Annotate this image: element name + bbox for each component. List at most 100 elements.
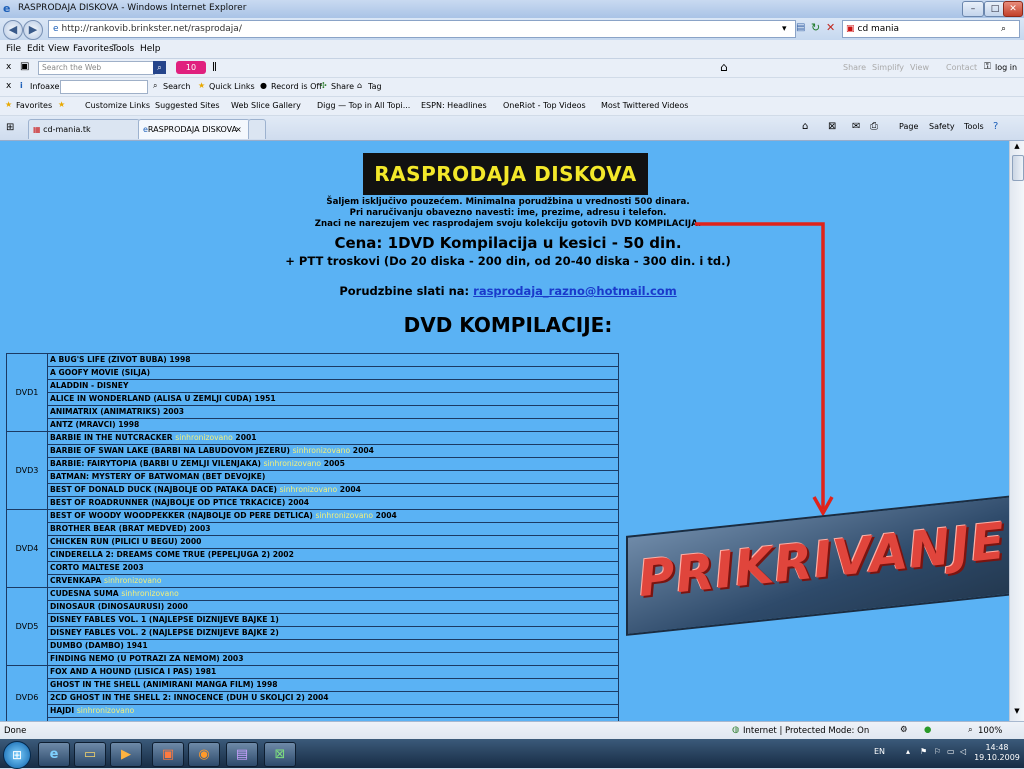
menu-edit[interactable]: Edit — [27, 44, 44, 54]
red-arrow — [695, 222, 834, 517]
search-icon[interactable]: ⌕ — [1001, 21, 1006, 37]
dvd-title-cell: ALICE IN WONDERLAND (ALISA U ZEMLJI CUDA… — [47, 392, 619, 406]
new-tab-button[interactable] — [248, 119, 266, 139]
close-infoaxe-icon[interactable]: x — [6, 81, 11, 91]
security-zone[interactable]: Internet | Protected Mode: On — [743, 726, 869, 736]
archive-taskbar-icon[interactable]: ▤ — [226, 742, 258, 767]
quick-links[interactable]: Quick Links — [209, 82, 255, 91]
scroll-up-button[interactable]: ▲ — [1012, 142, 1022, 152]
language-indicator[interactable]: EN — [874, 747, 885, 756]
mail-icon[interactable]: ✉ — [852, 121, 860, 132]
dvd-title: HAJDI — [50, 706, 75, 715]
zoom-level[interactable]: 100% — [978, 726, 1002, 736]
dvd-title: BATMAN: MYSTERY OF BATWOMAN (BET DEVOJKE… — [50, 472, 266, 481]
scroll-thumb[interactable] — [1012, 155, 1024, 181]
page-menu[interactable]: Page — [899, 122, 918, 131]
dvd-title: FOX AND A HOUND (LISICA I PAS) 1981 — [50, 667, 217, 676]
sound-icon[interactable]: ǁ — [212, 61, 217, 72]
dvd-title-cell: BATMAN: MYSTERY OF BATWOMAN (BET DEVOJKE… — [47, 470, 619, 484]
ie-taskbar-icon[interactable]: e — [38, 742, 70, 767]
dvd-title: BEST OF DONALD DUCK (NAJBOLJE OD PATAKA … — [50, 485, 278, 494]
close-window-button[interactable]: ✕ — [1003, 1, 1023, 17]
menu-tools[interactable]: Tools — [112, 44, 134, 54]
addon-icon[interactable]: ● — [924, 725, 931, 735]
infoaxe-search[interactable]: Search — [163, 82, 190, 91]
dvd-title: DUMBO (DAMBO) 1941 — [50, 641, 148, 650]
compatibility-icon[interactable]: ▤ — [796, 22, 805, 33]
infoaxe-input[interactable] — [60, 80, 148, 94]
tab-rasprodaja[interactable]: eRASPRODAJA DISKOVA × — [138, 119, 250, 139]
dvd-title-cell: BARBIE OF SWAN LAKE (BARBI NA LABUDOVOM … — [47, 444, 619, 458]
toolbar-search-input[interactable]: Search the Web — [38, 61, 155, 75]
favorites-button[interactable]: Favorites — [16, 101, 52, 110]
feeds-icon[interactable]: ⊠ — [828, 121, 836, 132]
toolbar-share[interactable]: Share — [843, 63, 866, 72]
fav-most-twittered[interactable]: Most Twittered Videos — [601, 101, 688, 110]
dvd-title-cell: DUMBO (DAMBO) 1941 — [47, 639, 619, 653]
home-icon[interactable]: ⌂ — [720, 60, 728, 74]
address-dropdown-icon[interactable]: ▾ — [782, 21, 787, 37]
monitor-icon[interactable]: ▭ — [947, 747, 955, 756]
table-row: CINDERELLA 2: DREAMS COME TRUE (PEPELJUG… — [7, 548, 619, 562]
table-row: DUMBO (DAMBO) 1941 — [7, 639, 619, 653]
safety-menu[interactable]: Safety — [929, 122, 955, 131]
dvd-year: 2004 — [339, 485, 361, 494]
fav-oneriot[interactable]: OneRiot - Top Videos — [503, 101, 586, 110]
network-icon[interactable]: ⚑ — [920, 747, 927, 756]
infoaxe-label[interactable]: Infoaxe — [30, 82, 59, 91]
tab-cd-mania[interactable]: ▦ cd-mania.tk — [28, 119, 140, 139]
fav-customize-links[interactable]: Customize Links — [85, 101, 150, 110]
explorer-taskbar-icon[interactable]: ▭ — [74, 742, 106, 767]
address-bar[interactable]: e http://rankovib.brinkster.net/rasprodaj… — [48, 20, 796, 38]
infoaxe-tag[interactable]: Tag — [368, 82, 382, 91]
record-status[interactable]: Record is Off — [271, 82, 322, 91]
sync-label: sinhronizovano — [263, 459, 322, 468]
dvd-title: BROTHER BEAR (BRAT MEDVED) 2003 — [50, 524, 211, 533]
stop-icon[interactable]: ✕ — [826, 21, 835, 34]
toolbar-logo-icon: ▣ — [20, 61, 30, 72]
volume-icon[interactable]: ◁ — [960, 747, 966, 756]
search-box[interactable]: ▣ cd mania ⌕ — [842, 20, 1020, 38]
fav-web-slice-gallery[interactable]: Web Slice Gallery — [231, 101, 301, 110]
print-icon[interactable]: ⎙ — [870, 121, 878, 132]
refresh-icon[interactable]: ↻ — [811, 21, 820, 34]
dvd-number: DVD6 — [6, 665, 48, 721]
forward-button[interactable]: ▶ — [23, 20, 43, 40]
fav-espn[interactable]: ESPN: Headlines — [421, 101, 487, 110]
firefox-taskbar-icon[interactable]: ◉ — [188, 742, 220, 767]
menu-file[interactable]: File — [6, 44, 21, 54]
start-button[interactable]: ⊞ — [3, 741, 31, 769]
toolbar-contact[interactable]: Contact — [946, 63, 977, 72]
menu-view[interactable]: View — [48, 44, 69, 54]
quick-tabs-icon[interactable]: ⊞ — [6, 122, 14, 133]
home-command-icon[interactable]: ⌂ — [802, 121, 808, 132]
login-link[interactable]: log in — [995, 63, 1017, 72]
menu-favorites[interactable]: Favorites — [73, 44, 114, 54]
powerpoint-taskbar-icon[interactable]: ▣ — [152, 742, 184, 767]
notification-badge[interactable]: 10 — [176, 61, 206, 74]
protected-mode-icon[interactable]: ⚙ — [900, 725, 908, 735]
menu-help[interactable]: Help — [140, 44, 161, 54]
infoaxe-share[interactable]: Share — [331, 82, 354, 91]
vertical-scrollbar[interactable]: ▲ ▼ — [1009, 141, 1024, 721]
fav-suggested-sites[interactable]: Suggested Sites — [155, 101, 220, 110]
minimize-button[interactable]: – — [962, 1, 984, 17]
help-icon[interactable]: ? — [993, 121, 998, 132]
toolbar-simplify[interactable]: Simplify — [872, 63, 904, 72]
show-hidden-icons[interactable]: ▴ — [906, 747, 910, 756]
excel-taskbar-icon[interactable]: ⊠ — [264, 742, 296, 767]
tools-menu[interactable]: Tools — [964, 122, 984, 131]
close-toolbar-icon[interactable]: x — [6, 62, 11, 72]
dvd-title-cell: FOX AND A HOUND (LISICA I PAS) 1981 — [47, 665, 619, 679]
back-button[interactable]: ◀ — [3, 20, 23, 40]
order-email-link[interactable]: rasprodaja_razno@hotmail.com — [473, 284, 677, 298]
clock[interactable]: 14:48 19.10.2009 — [974, 743, 1020, 763]
add-favorite-icon[interactable]: ★ — [58, 100, 65, 109]
toolbar-search-button[interactable]: ⌕ — [153, 61, 166, 74]
fav-digg[interactable]: Digg — Top in All Topi... — [317, 101, 410, 110]
flag-icon[interactable]: ⚐ — [934, 747, 941, 756]
scroll-down-button[interactable]: ▼ — [1012, 707, 1022, 717]
close-tab-icon[interactable]: × — [235, 120, 242, 139]
media-player-taskbar-icon[interactable]: ▶ — [110, 742, 142, 767]
toolbar-view[interactable]: View — [910, 63, 929, 72]
